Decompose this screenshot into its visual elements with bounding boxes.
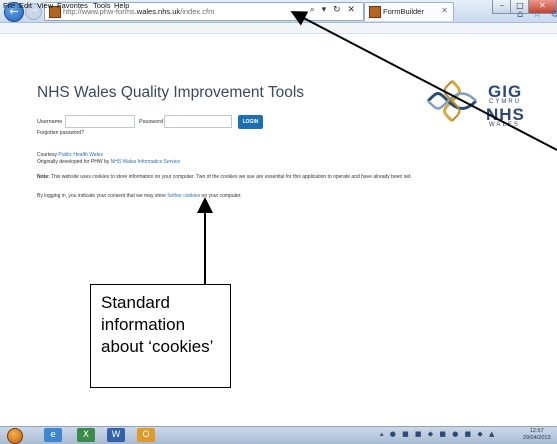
system-tray-icons[interactable]: ▴ ● ■ ■ ◆ ■ ● ■ ◆ ▲ (380, 430, 496, 438)
clock-time: 12:57 (529, 428, 544, 434)
start-button-icon[interactable] (7, 428, 23, 444)
word-taskbar-icon[interactable]: W (107, 428, 125, 442)
outlook-taskbar-icon[interactable]: O (137, 428, 155, 442)
excel-taskbar-icon[interactable]: X (77, 428, 95, 442)
annotation-arrows (197, 11, 557, 284)
ie-taskbar-icon[interactable]: e (44, 428, 62, 442)
callout-text: Standard information about ‘cookies’ (101, 293, 214, 356)
cookies-callout-box: Standard information about ‘cookies’ (90, 284, 231, 388)
taskbar-clock[interactable]: 12:57 29/04/2013 (523, 428, 551, 442)
clock-date: 29/04/2013 (523, 435, 551, 441)
address-bar-arrow (290, 11, 557, 151)
